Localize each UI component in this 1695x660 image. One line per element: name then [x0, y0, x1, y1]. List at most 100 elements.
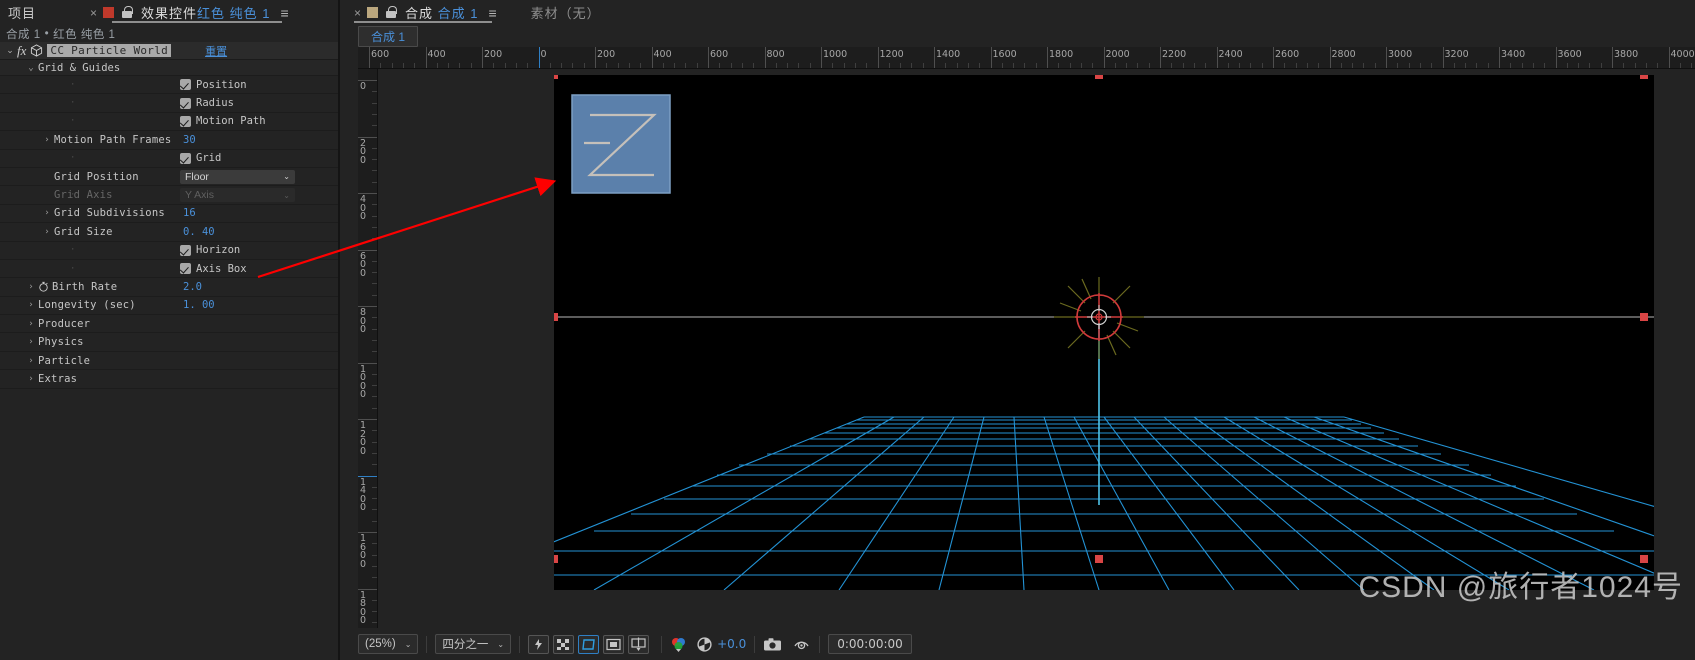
ruler-minor-tick [1510, 63, 1512, 68]
tab-project[interactable]: 项目 [8, 3, 42, 22]
timeline-view-icon[interactable] [628, 634, 650, 654]
checkbox-motion-path[interactable] [180, 115, 191, 127]
ruler-minor-tick [372, 373, 377, 375]
property-row-particle[interactable]: › Particle [0, 352, 338, 371]
breadcrumb-comp[interactable]: 合成 1 [6, 26, 41, 42]
property-row-grid-size[interactable]: › Grid Size 0. 40 [0, 223, 338, 242]
group-expand-arrow-icon[interactable]: ⌄ [24, 63, 38, 73]
lock-icon[interactable] [385, 6, 398, 19]
canvas-area[interactable] [378, 69, 1695, 596]
property-row-physics[interactable]: › Physics [0, 333, 338, 352]
expand-arrow-icon[interactable]: › [40, 208, 54, 218]
ruler-label: 2200 [1162, 49, 1187, 60]
ruler-minor-tick [1261, 63, 1263, 68]
ruler-minor-tick [372, 170, 377, 172]
property-row-axis-box[interactable]: · Axis Box [0, 260, 338, 279]
effect-expand-arrow-icon[interactable]: ⌄ [4, 45, 16, 56]
region-of-interest-icon[interactable] [578, 634, 600, 654]
property-row-motion-path[interactable]: · Motion Path [0, 113, 338, 132]
property-row-motion-path-frames[interactable]: › Motion Path Frames 30 [0, 131, 338, 150]
composition-tabbar: × 合成 合成 1 ≡ 素材（无） [340, 0, 1695, 25]
transparency-grid-icon[interactable] [553, 634, 575, 654]
panel-menu-icon[interactable]: ≡ [489, 5, 497, 21]
property-row-extras[interactable]: › Extras [0, 370, 338, 389]
effect-name[interactable]: CC Particle World [47, 44, 172, 57]
effect-header-row[interactable]: ⌄ fx CC Particle World 重置 [0, 42, 338, 60]
property-row-birth-rate[interactable]: › Birth Rate 2.0 [0, 278, 338, 297]
checkbox-grid[interactable] [180, 152, 191, 164]
after-effects-window: 项目 × 效果控件红色 纯色 1 ≡ 合成 1 • 红色 纯色 1 ⌄ fx C… [0, 0, 1695, 660]
stopwatch-icon[interactable] [38, 281, 49, 293]
property-value[interactable]: 1. 00 [183, 299, 215, 311]
exposure-value[interactable]: +0.0 [717, 637, 746, 651]
breadcrumb-layer[interactable]: 红色 纯色 1 [53, 26, 115, 42]
ruler-label: 800 [766, 49, 785, 60]
ruler-minor-tick [1408, 63, 1410, 68]
ruler-minor-tick [372, 554, 377, 556]
checkbox-radius[interactable] [180, 97, 191, 109]
expand-arrow-icon[interactable]: › [24, 374, 38, 384]
close-tab-icon[interactable]: × [90, 6, 97, 20]
property-group-grid-and-guides[interactable]: ⌄ Grid & Guides [0, 60, 338, 76]
lock-icon[interactable] [121, 6, 134, 19]
property-value[interactable]: 2.0 [183, 281, 202, 293]
zoom-level-dropdown[interactable]: (25%) ⌄ [358, 634, 419, 654]
effect-reset-button[interactable]: 重置 [205, 43, 227, 59]
close-tab-icon[interactable]: × [354, 6, 361, 20]
fast-preview-icon[interactable] [528, 634, 550, 654]
ruler-minor-tick [549, 63, 551, 68]
timecode-field[interactable]: 0:00:00:00 [828, 634, 912, 654]
camera-icon[interactable] [763, 637, 783, 652]
checkbox-position[interactable] [180, 79, 191, 91]
ruler-label: 3600 [1557, 49, 1582, 60]
property-row-longevity[interactable]: › Longevity (sec) 1. 00 [0, 297, 338, 316]
ruler-minor-tick [1239, 63, 1241, 68]
comp-breadcrumb-chip[interactable]: 合成 1 [358, 25, 419, 47]
horizontal-ruler[interactable]: 600 400 200 0 200 400 600 800 1000 1200 1400 1600 18… [358, 47, 1695, 69]
channels-icon[interactable] [670, 636, 688, 653]
checkbox-horizon[interactable] [180, 244, 191, 256]
ruler-minor-tick [504, 63, 506, 68]
ruler-label: 2400 [1218, 49, 1243, 60]
property-row-position[interactable]: · Position [0, 76, 338, 95]
expand-arrow-icon[interactable]: › [24, 282, 38, 292]
ruler-minor-tick [1634, 63, 1636, 68]
property-value[interactable]: 30 [183, 134, 196, 146]
expand-arrow-icon[interactable]: › [24, 356, 38, 366]
mask-view-icon[interactable] [603, 634, 625, 654]
dropdown-grid-position[interactable]: Floor ⌄ [180, 169, 295, 184]
tab-effect-controls[interactable]: 效果控件红色 纯色 1 [141, 3, 270, 22]
ruler-minor-tick [436, 63, 438, 68]
show-snapshot-icon[interactable] [793, 637, 811, 652]
ruler-minor-tick [617, 63, 619, 68]
property-row-radius[interactable]: · Radius [0, 94, 338, 113]
ruler-minor-tick [979, 63, 981, 68]
tab-footage[interactable]: 素材（无） [531, 3, 601, 22]
property-value[interactable]: 0. 40 [183, 226, 215, 238]
composition-viewport[interactable] [433, 71, 1695, 591]
property-row-grid-position[interactable]: · Grid Position Floor ⌄ [0, 168, 338, 187]
expand-arrow-icon[interactable]: › [40, 227, 54, 237]
ruler-minor-tick [1453, 63, 1455, 68]
tab-composition-label: 合成 [405, 6, 434, 21]
property-row-grid-subdivisions[interactable]: › Grid Subdivisions 16 [0, 205, 338, 224]
tab-composition[interactable]: 合成 合成 1 [405, 3, 478, 22]
property-row-producer[interactable]: › Producer [0, 315, 338, 334]
ruler-minor-tick [1476, 63, 1478, 68]
ruler-minor-tick [583, 63, 585, 68]
property-label: Grid Size [54, 225, 113, 238]
expand-arrow-icon[interactable]: › [24, 337, 38, 347]
ruler-label: 0 [540, 49, 547, 60]
property-row-grid[interactable]: · Grid [0, 150, 338, 168]
ruler-minor-tick [372, 147, 377, 149]
expand-arrow-icon[interactable]: › [24, 319, 38, 329]
panel-menu-icon[interactable]: ≡ [281, 5, 289, 21]
expand-arrow-icon[interactable]: › [24, 300, 38, 310]
exposure-icon[interactable] [696, 636, 713, 653]
resolution-dropdown[interactable]: 四分之一 ⌄ [435, 634, 512, 654]
vertical-ruler[interactable]: 0200400600800100012001400160018002000 [358, 69, 378, 628]
checkbox-axis-box[interactable] [180, 263, 191, 275]
expand-arrow-icon[interactable]: › [40, 135, 54, 145]
property-row-horizon[interactable]: · Horizon [0, 242, 338, 260]
property-value[interactable]: 16 [183, 207, 196, 219]
